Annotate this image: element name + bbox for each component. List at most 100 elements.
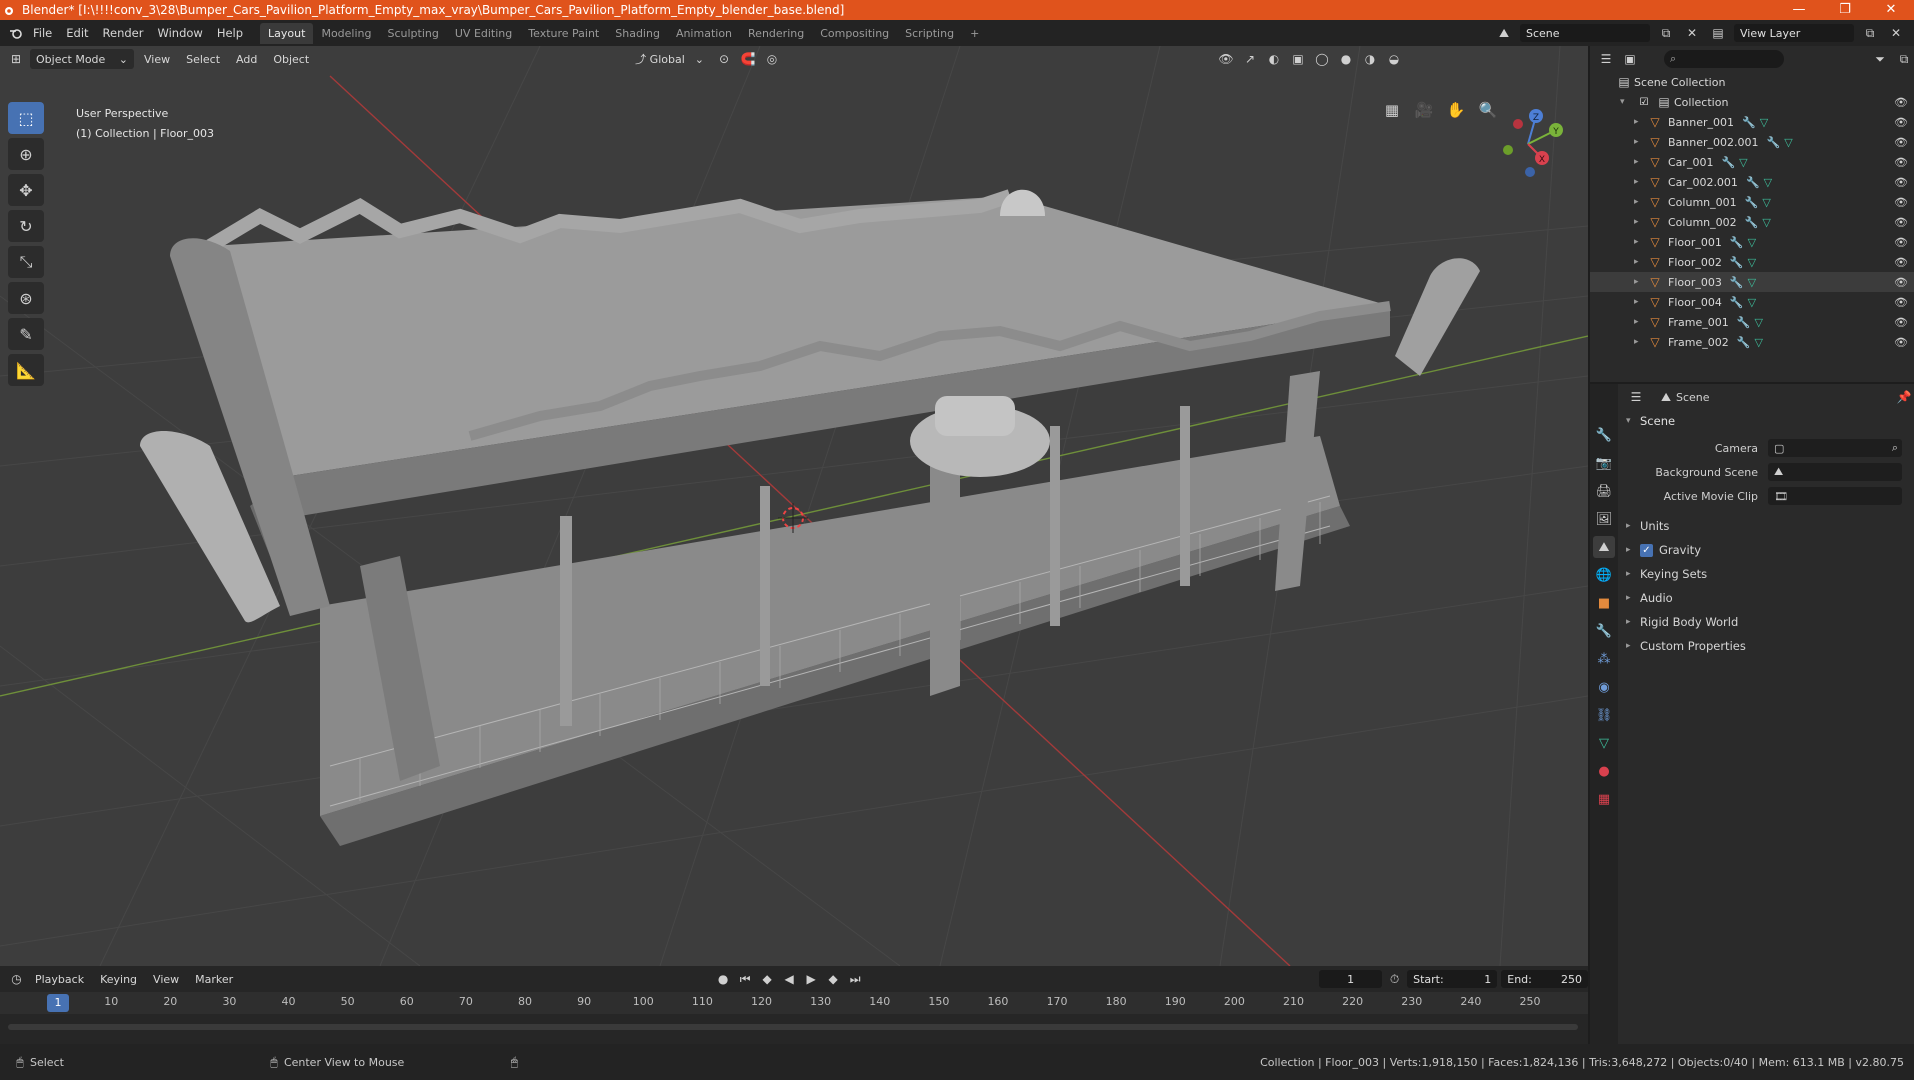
scene-collection-row[interactable]: ▤ Scene Collection: [1590, 72, 1914, 92]
keying-sets-panel[interactable]: ▸ Keying Sets: [1618, 562, 1914, 586]
menu-view[interactable]: View: [138, 49, 176, 69]
timeline-ruler[interactable]: 1 10 20 30 40 50 60 70 80 90 100 110 120 130 140 150 160…: [0, 992, 1588, 1044]
expand-icon[interactable]: ▸: [1634, 297, 1648, 307]
new-scene-icon[interactable]: ⧉: [1656, 23, 1676, 43]
outliner-item[interactable]: ▸ ▽ Floor_004 🔧 ▽ 👁: [1590, 292, 1914, 312]
render-tab-icon[interactable]: 📷: [1593, 452, 1615, 474]
snap-icon[interactable]: 🧲: [738, 49, 758, 69]
physics-tab-icon[interactable]: ◉: [1593, 676, 1615, 698]
solid-shading-icon[interactable]: ●: [1336, 49, 1356, 69]
view-layer-icon[interactable]: ▤: [1708, 23, 1728, 43]
eyedropper-icon[interactable]: ⌕: [1892, 441, 1902, 455]
expand-icon[interactable]: ▸: [1634, 117, 1648, 127]
tab-modeling[interactable]: Modeling: [313, 23, 379, 44]
mesh-data-icon[interactable]: ▽: [1748, 296, 1756, 309]
output-tab-icon[interactable]: 🖨: [1593, 480, 1615, 502]
transform-tool-icon[interactable]: ⊛: [8, 282, 44, 314]
collection-row[interactable]: ▾ ☑ ▤ Collection 👁: [1590, 92, 1914, 112]
outliner-search-input[interactable]: ⌕: [1664, 50, 1784, 68]
expand-icon[interactable]: ▸: [1634, 277, 1648, 287]
prev-keyframe-icon[interactable]: ◆: [757, 969, 777, 989]
modifier-icon[interactable]: 🔧: [1745, 196, 1759, 209]
modifier-icon[interactable]: 🔧: [1737, 336, 1751, 349]
play-icon[interactable]: ▶: [801, 969, 821, 989]
mesh-data-icon[interactable]: ▽: [1762, 216, 1770, 229]
mesh-data-icon[interactable]: ▽: [1760, 116, 1768, 129]
mesh-data-icon[interactable]: ▽: [1748, 276, 1756, 289]
expand-icon[interactable]: ▸: [1634, 137, 1648, 147]
expand-icon[interactable]: ▸: [1634, 237, 1648, 247]
outliner-item[interactable]: ▸ ▽ Car_001 🔧 ▽ 👁: [1590, 152, 1914, 172]
remove-view-layer-icon[interactable]: ✕: [1886, 23, 1906, 43]
custom-properties-panel[interactable]: ▸ Custom Properties: [1618, 634, 1914, 658]
filter-icon[interactable]: ⏷: [1870, 49, 1890, 69]
blender-menu-icon[interactable]: [6, 23, 26, 43]
measure-tool-icon[interactable]: 📐: [8, 354, 44, 386]
outliner-item[interactable]: ▸ ▽ Floor_001 🔧 ▽ 👁: [1590, 232, 1914, 252]
scene-field[interactable]: Scene: [1520, 24, 1650, 42]
eye-icon[interactable]: 👁: [1894, 196, 1908, 209]
menu-help[interactable]: Help: [210, 26, 250, 40]
modifier-icon[interactable]: 🔧: [1737, 316, 1751, 329]
eye-icon[interactable]: 👁: [1894, 276, 1908, 289]
play-reverse-icon[interactable]: ◀: [779, 969, 799, 989]
eye-icon[interactable]: 👁: [1894, 216, 1908, 229]
mesh-data-icon[interactable]: ▽: [1764, 176, 1772, 189]
annotate-tool-icon[interactable]: ✎: [8, 318, 44, 350]
view-layer-tab-icon[interactable]: 🖼: [1593, 508, 1615, 530]
data-tab-icon[interactable]: ▽: [1593, 732, 1615, 754]
menu-object[interactable]: Object: [267, 49, 315, 69]
modifier-icon[interactable]: 🔧: [1767, 136, 1781, 149]
particles-tab-icon[interactable]: ⁂: [1593, 648, 1615, 670]
tab-animation[interactable]: Animation: [668, 23, 740, 44]
visibility-icon[interactable]: 👁: [1216, 49, 1236, 69]
modifier-icon[interactable]: 🔧: [1746, 176, 1760, 189]
jump-start-icon[interactable]: ⏮: [735, 969, 755, 989]
eye-icon[interactable]: 👁: [1894, 176, 1908, 189]
active-movie-clip-field[interactable]: 🎞: [1768, 487, 1902, 505]
minimize-button[interactable]: —: [1776, 0, 1822, 20]
close-button[interactable]: ✕: [1868, 0, 1914, 20]
scene-panel-header[interactable]: ▾ Scene: [1618, 410, 1914, 432]
gizmo-toggle-icon[interactable]: ↗: [1240, 49, 1260, 69]
tab-texture-paint[interactable]: Texture Paint: [520, 23, 607, 44]
gravity-checkbox[interactable]: ✓: [1640, 543, 1653, 557]
scene-tab-icon[interactable]: ⛰: [1593, 536, 1615, 558]
jump-end-icon[interactable]: ⏭: [845, 969, 865, 989]
menu-keying[interactable]: Keying: [94, 969, 143, 989]
audio-panel[interactable]: ▸ Audio: [1618, 586, 1914, 610]
modifier-tab-icon[interactable]: 🔧: [1593, 620, 1615, 642]
menu-playback[interactable]: Playback: [29, 969, 90, 989]
record-icon[interactable]: ●: [713, 969, 733, 989]
mesh-data-icon[interactable]: ▽: [1762, 196, 1770, 209]
expand-icon[interactable]: ▸: [1634, 217, 1648, 227]
outliner-item[interactable]: ▸ ▽ Car_002.001 🔧 ▽ 👁: [1590, 172, 1914, 192]
properties-editor-icon[interactable]: ☰: [1626, 387, 1646, 407]
modifier-icon[interactable]: 🔧: [1745, 216, 1759, 229]
mesh-data-icon[interactable]: ▽: [1739, 156, 1747, 169]
menu-window[interactable]: Window: [150, 26, 209, 40]
expand-icon[interactable]: ▸: [1634, 177, 1648, 187]
cursor-tool-icon[interactable]: ⊕: [8, 138, 44, 170]
expand-icon[interactable]: ▸: [1634, 197, 1648, 207]
mesh-data-icon[interactable]: ▽: [1784, 136, 1792, 149]
material-tab-icon[interactable]: ●: [1593, 760, 1615, 782]
timeline-track[interactable]: [0, 1014, 1588, 1044]
checkbox-icon[interactable]: ☑: [1634, 92, 1654, 112]
new-view-layer-icon[interactable]: ⧉: [1860, 23, 1880, 43]
expand-icon[interactable]: ▸: [1634, 157, 1648, 167]
end-frame-field[interactable]: End: 250: [1501, 970, 1588, 988]
mesh-data-icon[interactable]: ▽: [1748, 256, 1756, 269]
modifier-icon[interactable]: 🔧: [1730, 296, 1744, 309]
current-frame-indicator[interactable]: 1: [47, 994, 69, 1012]
modifier-icon[interactable]: 🔧: [1721, 156, 1735, 169]
mesh-data-icon[interactable]: ▽: [1748, 236, 1756, 249]
mesh-data-icon[interactable]: ▽: [1754, 336, 1762, 349]
eye-icon[interactable]: 👁: [1894, 316, 1908, 329]
outliner-item[interactable]: ▸ ▽ Column_002 🔧 ▽ 👁: [1590, 212, 1914, 232]
menu-file[interactable]: File: [26, 26, 59, 40]
display-mode-icon[interactable]: ▣: [1620, 49, 1640, 69]
constraints-tab-icon[interactable]: ⛓: [1593, 704, 1615, 726]
eye-icon[interactable]: 👁: [1894, 296, 1908, 309]
scale-tool-icon[interactable]: ⤡: [8, 246, 44, 278]
